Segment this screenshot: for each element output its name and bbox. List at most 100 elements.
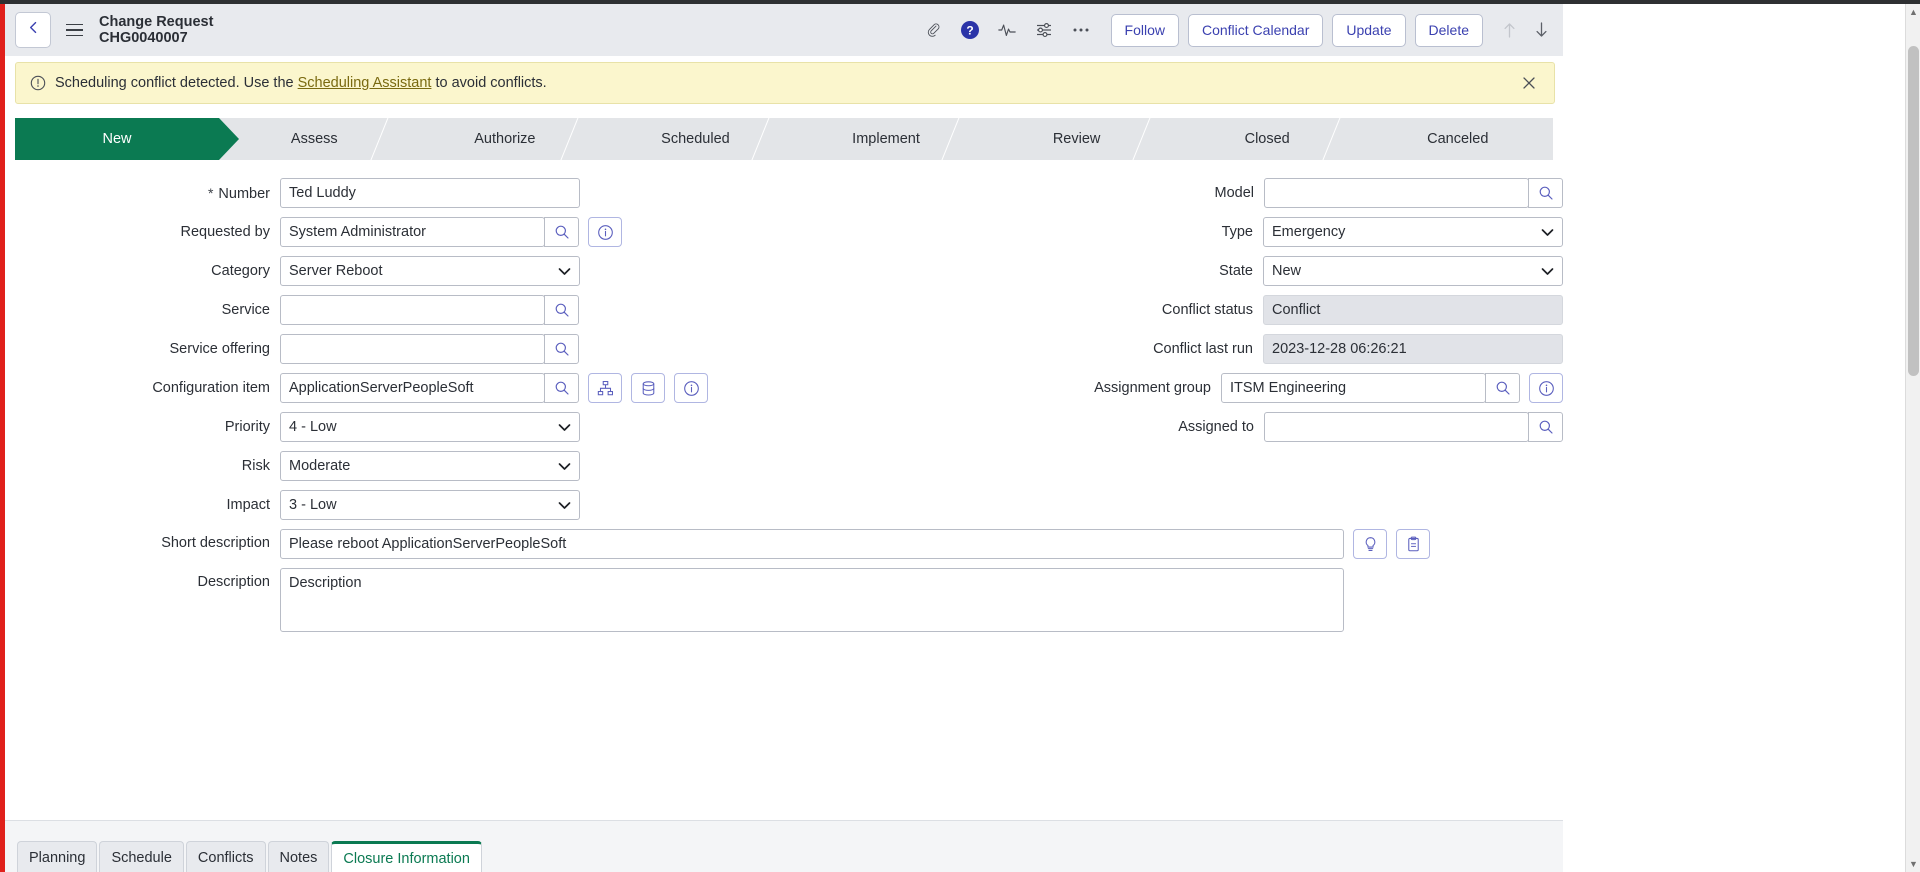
configuration-item-info-button[interactable]: [674, 373, 708, 403]
attachment-icon[interactable]: [915, 12, 952, 49]
tab-notes[interactable]: Notes: [267, 841, 330, 872]
update-button[interactable]: Update: [1332, 13, 1406, 47]
warning-circle-icon: [30, 75, 46, 91]
flow-stage-canceled[interactable]: Canceled: [1362, 118, 1553, 160]
conflict-status-value: [1263, 295, 1563, 325]
activity-icon[interactable]: [989, 12, 1026, 49]
window-top-strip: [0, 0, 1920, 4]
vertical-scrollbar[interactable]: ▲ ▼: [1905, 4, 1920, 872]
form-right-column: Model Type Emergency State New Conflict …: [784, 178, 1563, 529]
flow-stage-label: Assess: [290, 131, 338, 147]
category-select[interactable]: Server Reboot: [280, 256, 580, 286]
hierarchy-icon[interactable]: [588, 373, 622, 403]
assignment-group-lookup-button[interactable]: [1485, 373, 1520, 403]
arrow-down-icon[interactable]: [1527, 15, 1555, 45]
conflict-calendar-button[interactable]: Conflict Calendar: [1187, 13, 1324, 47]
form-columns: *Number Requested by: [5, 178, 1563, 529]
impact-control: 3 - Low: [280, 490, 580, 520]
back-button[interactable]: [15, 12, 51, 48]
service-input[interactable]: [280, 295, 545, 325]
scheduling-assistant-link[interactable]: Scheduling Assistant: [298, 75, 432, 91]
short-description-input[interactable]: [280, 529, 1344, 559]
category-control: Server Reboot: [280, 256, 580, 286]
priority-select-wrap: 4 - Low: [280, 412, 580, 442]
configuration-item-label: Configuration item: [152, 380, 270, 396]
configuration-item-lookup-button[interactable]: [544, 373, 579, 403]
tab-closure-information[interactable]: Closure Information: [331, 841, 482, 872]
delete-button[interactable]: Delete: [1414, 13, 1483, 47]
type-select-wrap: Emergency: [1263, 217, 1563, 247]
state-select[interactable]: New: [1263, 256, 1563, 286]
configuration-item-input[interactable]: [280, 373, 545, 403]
model-lookup-button[interactable]: [1528, 178, 1563, 208]
assigned-to-lookup-button[interactable]: [1528, 412, 1563, 442]
risk-select[interactable]: Moderate: [280, 451, 580, 481]
field-row-category: Category Server Reboot: [5, 256, 784, 286]
hamburger-menu-icon[interactable]: [61, 15, 87, 45]
flow-stage-label: Canceled: [1427, 131, 1489, 147]
field-row-conflict-last-run: Conflict last run: [784, 334, 1563, 364]
close-icon[interactable]: [1516, 70, 1542, 96]
page-title-line2: CHG0040007: [99, 30, 188, 46]
field-row-state: State New: [784, 256, 1563, 286]
short-description-label: Short description: [161, 535, 270, 551]
flow-stage-implement[interactable]: Implement: [790, 118, 982, 160]
header-icon-group: ?: [915, 12, 1100, 49]
flow-stage-assess[interactable]: Assess: [219, 118, 410, 160]
flow-stage-review[interactable]: Review: [981, 118, 1172, 160]
assigned-to-input[interactable]: [1264, 412, 1529, 442]
requested-by-lookup-button[interactable]: [544, 217, 579, 247]
lightbulb-icon[interactable]: [1353, 529, 1387, 559]
service-offering-lookup-button[interactable]: [544, 334, 579, 364]
arrow-up-icon[interactable]: [1495, 15, 1523, 45]
model-input[interactable]: [1264, 178, 1529, 208]
chevron-left-icon: [26, 20, 41, 40]
impact-label: Impact: [226, 497, 270, 513]
priority-select[interactable]: 4 - Low: [280, 412, 580, 442]
requested-by-input[interactable]: [280, 217, 545, 247]
flow-stage-new[interactable]: New: [15, 118, 239, 160]
impact-select[interactable]: 3 - Low: [280, 490, 580, 520]
number-label-text: Number: [218, 185, 270, 202]
follow-button[interactable]: Follow: [1110, 13, 1179, 47]
scrollbar-thumb[interactable]: [1908, 46, 1919, 376]
scroll-down-icon[interactable]: ▼: [1906, 856, 1920, 872]
flow-stage-scheduled[interactable]: Scheduled: [600, 118, 791, 160]
assignment-group-info-button[interactable]: [1529, 373, 1563, 403]
left-accent-rail: [0, 0, 5, 872]
flow-stage-label: Authorize: [474, 131, 536, 147]
type-control: Emergency: [1263, 217, 1563, 247]
service-offering-input[interactable]: [280, 334, 545, 364]
svg-text:?: ?: [966, 24, 973, 38]
flow-stage-authorize[interactable]: Authorize: [409, 118, 601, 160]
description-textarea[interactable]: [280, 568, 1344, 632]
tab-planning[interactable]: Planning: [17, 841, 98, 872]
model-control: [1264, 178, 1563, 208]
assignment-group-input[interactable]: [1221, 373, 1486, 403]
description-control: [280, 568, 1344, 632]
requested-by-info-button[interactable]: [588, 217, 622, 247]
flow-stage-label: Review: [1052, 131, 1101, 147]
flow-stage-label: Implement: [852, 131, 920, 147]
tab-conflicts[interactable]: Conflicts: [185, 841, 266, 872]
database-icon[interactable]: [631, 373, 665, 403]
tab-schedule[interactable]: Schedule: [99, 841, 184, 872]
required-asterisk-icon: *: [207, 184, 214, 201]
personalize-icon[interactable]: [1026, 12, 1063, 49]
number-control: [280, 178, 580, 208]
field-row-service: Service: [5, 295, 784, 325]
clipboard-icon[interactable]: [1396, 529, 1430, 559]
help-icon[interactable]: ?: [952, 12, 989, 49]
number-input[interactable]: [280, 178, 580, 208]
more-options-icon[interactable]: [1063, 12, 1100, 49]
type-select[interactable]: Emergency: [1263, 217, 1563, 247]
scroll-up-icon[interactable]: ▲: [1906, 4, 1920, 20]
category-label: Category: [211, 263, 270, 279]
description-label: Description: [197, 574, 270, 590]
requested-by-label: Requested by: [180, 224, 270, 240]
change-request-form: *Number Requested by: [5, 160, 1563, 654]
service-lookup-button[interactable]: [544, 295, 579, 325]
flow-stage-closed[interactable]: Closed: [1171, 118, 1363, 160]
right-blank-area: [1563, 4, 1905, 872]
conflict-last-run-value: [1263, 334, 1563, 364]
